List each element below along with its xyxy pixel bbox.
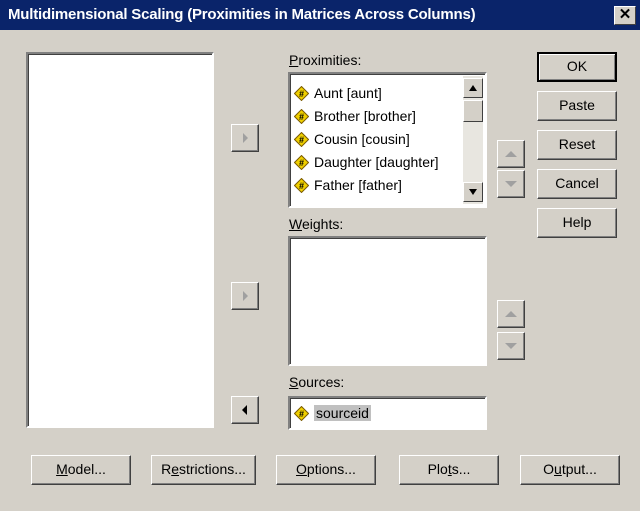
proximities-label: Proximities: bbox=[289, 52, 362, 68]
arrow-left-icon bbox=[242, 405, 247, 415]
arrow-up-icon bbox=[469, 85, 477, 91]
move-to-proximities-button[interactable] bbox=[231, 124, 259, 152]
source-variable-list[interactable] bbox=[26, 52, 214, 428]
title-bar[interactable]: Multidimensional Scaling (Proximities in… bbox=[0, 0, 640, 30]
list-item[interactable]: Daughter [daughter] bbox=[294, 151, 439, 174]
weights-move-up-button[interactable] bbox=[497, 300, 525, 328]
scroll-thumb[interactable] bbox=[463, 100, 483, 122]
paste-button[interactable]: Paste bbox=[537, 91, 617, 121]
arrow-up-icon bbox=[505, 151, 517, 157]
ok-button[interactable]: OK bbox=[537, 52, 617, 82]
weights-move-down-button[interactable] bbox=[497, 332, 525, 360]
numeric-variable-icon bbox=[294, 109, 309, 124]
mds-dialog: Multidimensional Scaling (Proximities in… bbox=[0, 0, 640, 511]
list-item[interactable]: Brother [brother] bbox=[294, 105, 416, 128]
reset-button[interactable]: Reset bbox=[537, 130, 617, 160]
cancel-button[interactable]: Cancel bbox=[537, 169, 617, 199]
model-button[interactable]: Model... bbox=[31, 455, 131, 485]
proximities-list[interactable]: Aunt [aunt] Brother [brother] Cousin [co… bbox=[288, 72, 487, 208]
arrow-down-icon bbox=[469, 189, 477, 195]
plots-button[interactable]: Plots... bbox=[399, 455, 499, 485]
output-button[interactable]: Output... bbox=[520, 455, 620, 485]
sources-field[interactable]: sourceid bbox=[288, 396, 487, 430]
scroll-down-button[interactable] bbox=[463, 182, 483, 202]
list-item[interactable]: Aunt [aunt] bbox=[294, 82, 382, 105]
numeric-variable-icon bbox=[294, 406, 309, 421]
arrow-up-icon bbox=[505, 311, 517, 317]
close-button[interactable]: ✕ bbox=[614, 6, 636, 25]
weights-list[interactable] bbox=[288, 236, 487, 366]
move-to-weights-button[interactable] bbox=[231, 282, 259, 310]
numeric-variable-icon bbox=[294, 178, 309, 193]
window-title: Multidimensional Scaling (Proximities in… bbox=[8, 6, 476, 23]
arrow-right-icon bbox=[243, 133, 248, 143]
close-icon: ✕ bbox=[618, 6, 632, 23]
arrow-down-icon bbox=[505, 181, 517, 187]
numeric-variable-icon bbox=[294, 132, 309, 147]
move-sources-back-button[interactable] bbox=[231, 396, 259, 424]
scroll-up-button[interactable] bbox=[463, 78, 483, 98]
numeric-variable-icon bbox=[294, 155, 309, 170]
help-button[interactable]: Help bbox=[537, 208, 617, 238]
proximities-move-down-button[interactable] bbox=[497, 170, 525, 198]
list-item[interactable]: Father [father] bbox=[294, 174, 402, 197]
proximities-scrollbar[interactable] bbox=[463, 76, 483, 204]
sources-value[interactable]: sourceid bbox=[294, 402, 371, 425]
weights-label: Weights: bbox=[289, 216, 344, 232]
list-item[interactable]: Cousin [cousin] bbox=[294, 128, 410, 151]
sources-label: Sources: bbox=[289, 374, 345, 390]
arrow-right-icon bbox=[243, 291, 248, 301]
proximities-move-up-button[interactable] bbox=[497, 140, 525, 168]
arrow-down-icon bbox=[505, 343, 517, 349]
options-button[interactable]: Options... bbox=[276, 455, 376, 485]
numeric-variable-icon bbox=[294, 86, 309, 101]
restrictions-button[interactable]: Restrictions... bbox=[151, 455, 256, 485]
